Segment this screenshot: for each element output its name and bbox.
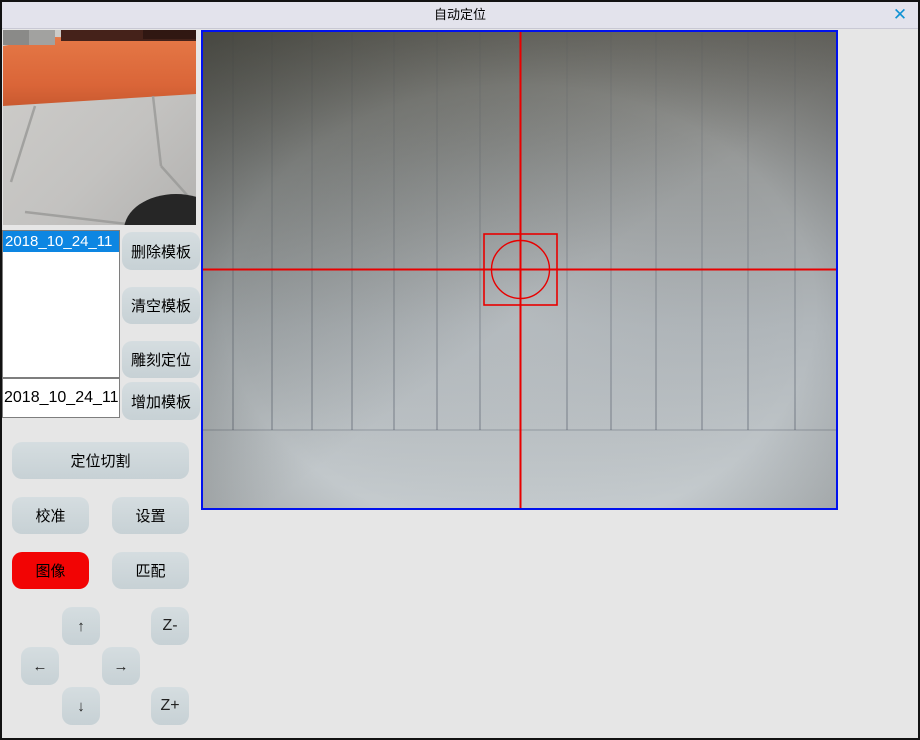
settings-button[interactable]: 设置 [112, 497, 189, 534]
template-preview-image [3, 30, 196, 225]
camera-feed [203, 32, 836, 508]
close-icon[interactable]: ✕ [888, 4, 912, 26]
dialog-title: 自动定位 [2, 2, 918, 28]
calibrate-button[interactable]: 校准 [12, 497, 89, 534]
engrave-position-button[interactable]: 雕刻定位 [122, 341, 200, 378]
title-bar: 自动定位 [2, 2, 918, 29]
camera-view [201, 30, 838, 510]
jog-right-button[interactable]: → [102, 647, 140, 685]
template-list[interactable]: 2018_10_24_11 [2, 230, 120, 378]
jog-z-plus-button[interactable]: Z+ [151, 687, 189, 725]
jog-down-button[interactable]: ↓ [62, 687, 100, 725]
template-name-input[interactable] [2, 378, 120, 418]
add-template-button[interactable]: 增加模板 [122, 382, 200, 420]
template-list-item[interactable]: 2018_10_24_11 [3, 231, 119, 252]
jog-left-button[interactable]: ← [21, 647, 59, 685]
position-cut-button[interactable]: 定位切割 [12, 442, 189, 479]
clear-templates-button[interactable]: 清空模板 [122, 287, 200, 324]
auto-position-dialog: 自动定位 ✕ 20 [0, 0, 920, 740]
jog-z-minus-button[interactable]: Z- [151, 607, 189, 645]
jog-up-button[interactable]: ↑ [62, 607, 100, 645]
match-button[interactable]: 匹配 [112, 552, 189, 589]
image-button[interactable]: 图像 [12, 552, 89, 589]
delete-template-button[interactable]: 删除模板 [122, 232, 200, 270]
